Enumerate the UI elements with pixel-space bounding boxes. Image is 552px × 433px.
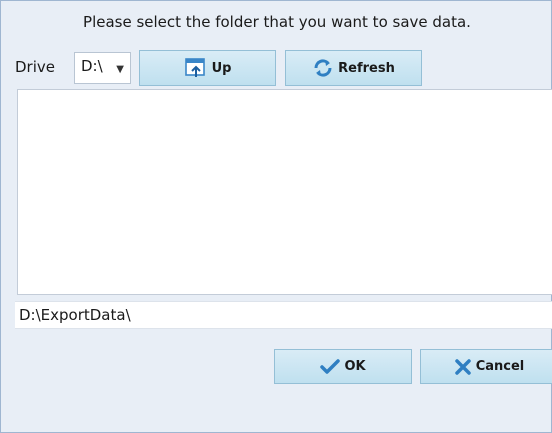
refresh-icon (312, 57, 334, 79)
up-button-label: Up (211, 60, 232, 76)
drive-select-value: D:\ (81, 57, 103, 75)
ok-button[interactable]: OK (274, 349, 412, 384)
up-button[interactable]: Up (139, 50, 276, 86)
refresh-button-label: Refresh (338, 60, 395, 76)
cancel-button-label: Cancel (475, 359, 525, 374)
dialog-prompt: Please select the folder that you want t… (83, 13, 471, 31)
drive-select[interactable]: D:\ ▼ (74, 52, 131, 84)
folder-up-icon (184, 57, 208, 79)
ok-button-label: OK (344, 359, 366, 374)
checkmark-icon (320, 358, 341, 375)
folder-list[interactable] (17, 89, 552, 295)
chevron-down-icon: ▼ (116, 64, 124, 75)
refresh-button[interactable]: Refresh (285, 50, 422, 86)
drive-label: Drive (15, 58, 55, 76)
save-folder-dialog: Please select the folder that you want t… (0, 0, 552, 433)
cancel-button[interactable]: Cancel (420, 349, 552, 384)
x-icon (454, 358, 472, 376)
path-field[interactable]: D:\ExportData\ (15, 301, 552, 329)
